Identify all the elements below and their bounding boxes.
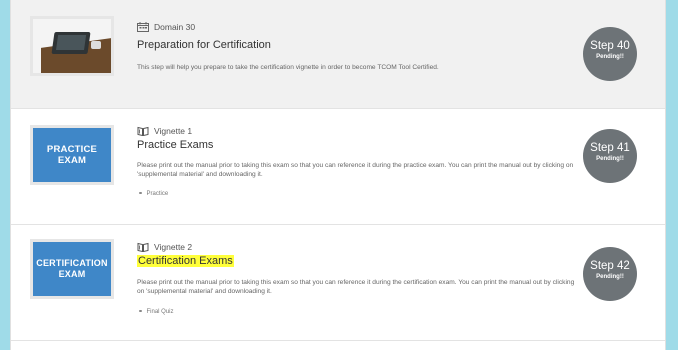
step-meta-label: Vignette 1	[154, 126, 193, 136]
calendar-icon	[137, 22, 149, 32]
step-tag-label: Practice	[146, 191, 169, 197]
step-meta: Vignette 2	[137, 241, 192, 253]
step-title[interactable]: Preparation for Certification	[137, 39, 271, 51]
step-badge: Step 41 Pending!!	[583, 129, 637, 183]
step-number: Step 42	[590, 260, 630, 272]
step-tag: Final Quiz	[137, 309, 174, 315]
step-status: Pending!!	[596, 274, 624, 280]
step-tag-label: Final Quiz	[146, 309, 174, 315]
step-description: Please print out the manual prior to tak…	[137, 162, 574, 178]
steps-panel: Domain 30 Preparation for Certification …	[10, 0, 666, 350]
step-number: Step 41	[590, 142, 630, 154]
step-row-40[interactable]: Domain 30 Preparation for Certification …	[11, 0, 665, 109]
step-row-42[interactable]: CERTIFICATION EXAM Vignette 2 Certificat…	[11, 225, 665, 341]
step-row-41[interactable]: PRACTICE EXAM Vignette 1 Practice Exams …	[11, 109, 665, 225]
step-badge: Step 40 Pending!!	[583, 27, 637, 81]
step-title[interactable]: Certification Exams	[137, 255, 234, 267]
step-badge: Step 42 Pending!!	[583, 247, 637, 301]
practice-exam-tile: PRACTICE EXAM	[33, 128, 111, 182]
step-title[interactable]: Practice Exams	[137, 139, 213, 151]
book-icon	[137, 242, 149, 253]
step-status: Pending!!	[596, 156, 624, 162]
step-number: Step 40	[590, 40, 630, 52]
step-thumbnail[interactable]: CERTIFICATION EXAM	[30, 239, 114, 299]
step-thumbnail[interactable]	[30, 16, 114, 76]
book-icon	[137, 126, 149, 137]
next-step-row-partial	[11, 341, 665, 350]
step-thumbnail[interactable]: PRACTICE EXAM	[30, 125, 114, 185]
certification-exam-tile: CERTIFICATION EXAM	[33, 242, 111, 296]
step-meta: Vignette 1	[137, 125, 192, 137]
step-description: Please print out the manual prior to tak…	[137, 279, 575, 295]
step-description: This step will help you prepare to take …	[137, 64, 439, 71]
step-meta: Domain 30	[137, 21, 195, 33]
step-status: Pending!!	[596, 54, 624, 60]
laptop-photo	[33, 19, 111, 73]
step-meta-label: Domain 30	[154, 22, 196, 32]
step-meta-label: Vignette 2	[154, 242, 193, 252]
step-tag: Practice	[137, 191, 168, 197]
